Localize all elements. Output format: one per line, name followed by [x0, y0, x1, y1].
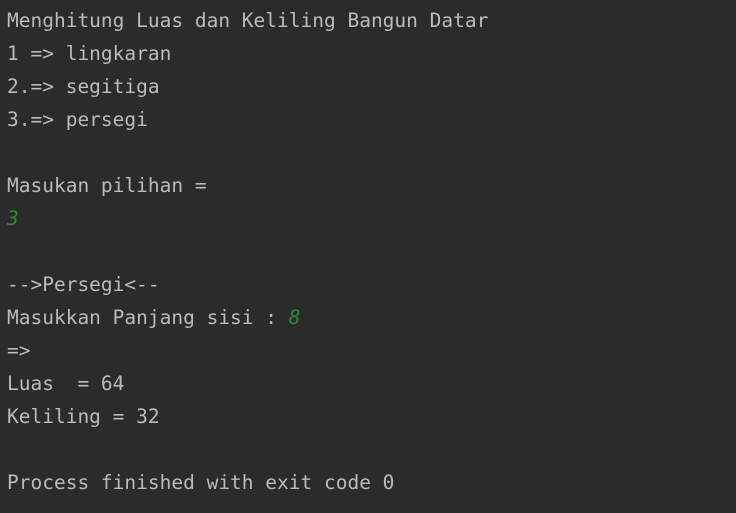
side-prompt: Masukkan Panjang sisi :: [7, 306, 289, 329]
side-input-value: 8: [288, 306, 301, 329]
menu-option-persegi: 3.=> persegi: [7, 108, 148, 131]
choice-prompt: Masukan pilihan =: [7, 174, 207, 197]
menu-option-segitiga: 2.=> segitiga: [7, 75, 160, 98]
area-result: Luas = 64: [7, 372, 125, 395]
perimeter-result: Keliling = 32: [7, 405, 160, 428]
arrow-line: =>: [7, 339, 31, 362]
menu-option-lingkaran: 1 => lingkaran: [7, 42, 172, 65]
choice-input-value: 3: [7, 207, 19, 230]
side-prompt-line: Masukkan Panjang sisi : 8: [7, 301, 736, 334]
exit-message: Process finished with exit code 0: [7, 471, 395, 494]
section-header: -->Persegi<--: [7, 273, 160, 296]
console-output[interactable]: Menghitung Luas dan Keliling Bangun Data…: [0, 0, 736, 513]
console-title-line: Menghitung Luas dan Keliling Bangun Data…: [7, 9, 489, 32]
